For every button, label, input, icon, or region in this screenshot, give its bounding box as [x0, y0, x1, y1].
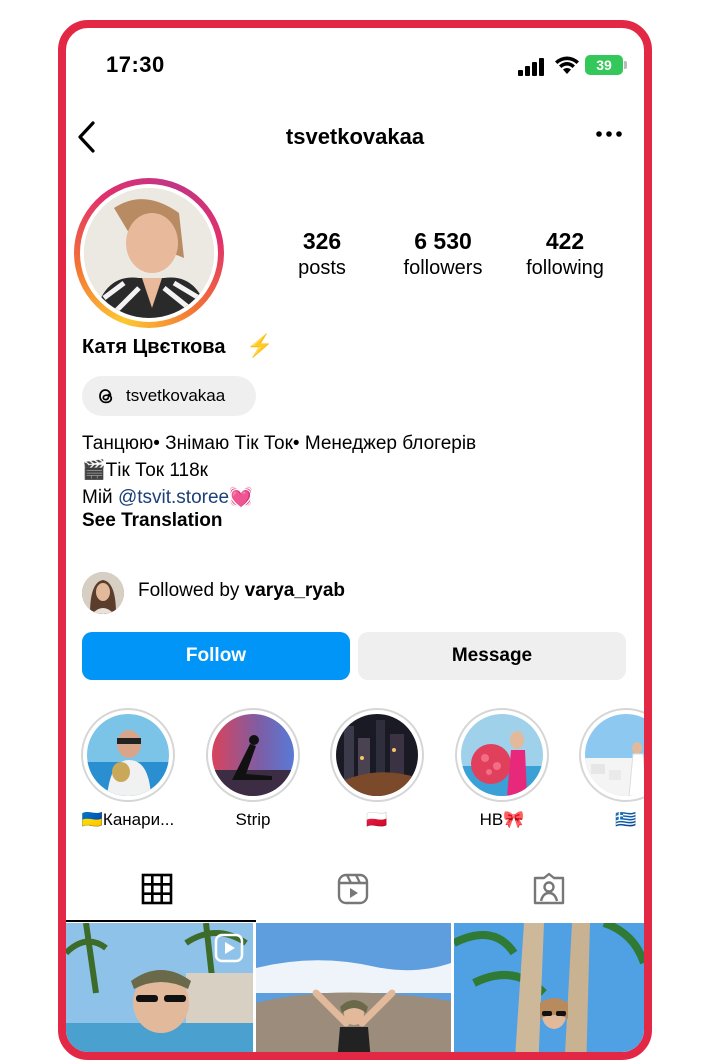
followers-label: followers [403, 257, 483, 279]
grid-post[interactable] [454, 923, 644, 1052]
highlight-cover [336, 714, 418, 796]
highlight-label: 🇵🇱 [366, 810, 388, 829]
status-time: 17:30 [106, 52, 165, 77]
battery-level: 39 [596, 57, 612, 73]
highlight-canary[interactable]: 🇺🇦Канари... [78, 708, 178, 830]
more-options-icon[interactable] [594, 128, 624, 140]
highlight-label: 🇬🇷 [615, 810, 637, 829]
phone-frame: 17:30 39 tsvetkovakaa 326 posts 6 530 fo… [58, 20, 652, 1060]
threads-icon [99, 389, 113, 404]
threads-handle: tsvetkovakaa [126, 386, 226, 405]
stat-posts[interactable]: 326 posts [262, 228, 382, 280]
profile-full-name: Катя Цвєткова [82, 336, 226, 358]
highlight-cover [461, 714, 543, 796]
posts-label: posts [298, 257, 346, 279]
posts-count: 326 [302, 228, 342, 254]
profile-username-title: tsvetkovakaa [285, 124, 425, 149]
message-button[interactable]: Message [358, 632, 626, 680]
profile-avatar[interactable] [74, 178, 224, 328]
bio-mention-link[interactable]: @tsvit.storee [118, 487, 229, 508]
followers-count: 6 530 [414, 228, 472, 254]
reels-icon[interactable] [336, 872, 370, 906]
tagged-icon[interactable] [532, 872, 566, 906]
profile-photo [84, 188, 214, 318]
cellular-signal-icon [518, 58, 544, 76]
see-translation-link[interactable]: See Translation [82, 510, 222, 532]
bio-line-3-prefix: Мій [82, 487, 118, 508]
grid-post[interactable] [66, 923, 253, 1052]
follow-button[interactable]: Follow [82, 632, 350, 680]
name-emoji: ⚡ [246, 333, 274, 358]
active-tab-indicator [66, 920, 256, 922]
threads-badge-button[interactable]: tsvetkovakaa [82, 376, 256, 416]
highlight-greece[interactable]: 🇬🇷 [576, 708, 644, 830]
highlight-cover [87, 714, 169, 796]
bio-line-3-emoji: 💓 [229, 487, 253, 508]
highlight-cover [585, 714, 644, 796]
stat-followers[interactable]: 6 530 followers [383, 228, 503, 280]
highlight-label: 🇺🇦Канари... [81, 810, 175, 829]
following-count: 422 [545, 228, 585, 254]
bio-line-2: 🎬Тік Ток 118к [82, 460, 208, 481]
grid-post[interactable] [256, 923, 451, 1052]
battery-icon: 39 [585, 55, 627, 75]
highlight-label: Strip [235, 810, 271, 829]
wifi-icon [555, 56, 579, 74]
highlight-label: НВ🎀 [479, 810, 525, 829]
highlight-poland[interactable]: 🇵🇱 [327, 708, 427, 830]
follower-avatar[interactable] [82, 572, 124, 614]
stat-following[interactable]: 422 following [505, 228, 625, 280]
bio-line-3: Мій @tsvit.storee💓 [82, 484, 253, 511]
grid-icon[interactable] [140, 872, 174, 906]
highlight-nv[interactable]: НВ🎀 [452, 708, 552, 830]
highlight-strip[interactable]: Strip [203, 708, 303, 830]
followed-by-user: varya_ryab [244, 580, 346, 601]
followed-by-text[interactable]: Followed by varya_ryab [138, 580, 345, 602]
highlight-cover [212, 714, 294, 796]
followed-by-prefix: Followed by [138, 580, 245, 601]
following-label: following [526, 257, 604, 279]
bio-line-1: Танцюю• Знімаю Тік Ток• Менеджер блогері… [82, 433, 477, 454]
